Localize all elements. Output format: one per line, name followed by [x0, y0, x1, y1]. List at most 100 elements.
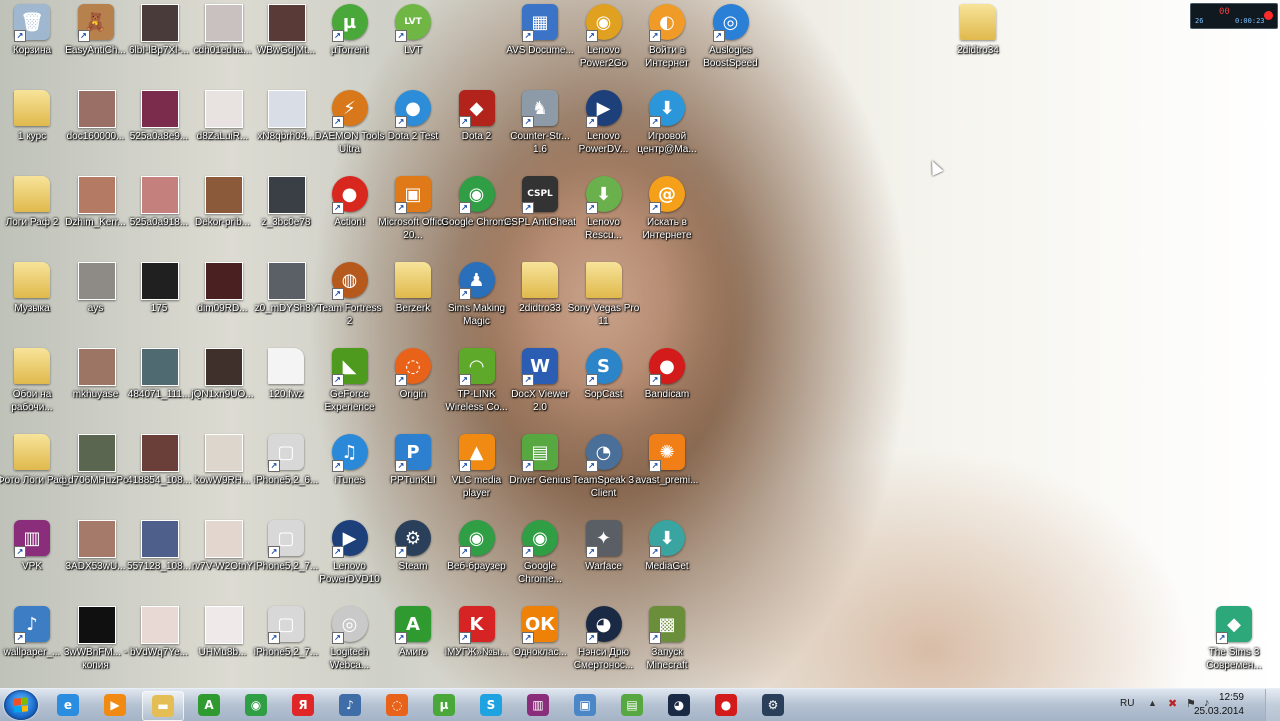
desktop-shortcut[interactable]: LVT ↗ LVT [381, 0, 445, 86]
taskbar-button[interactable]: Я [283, 691, 323, 719]
desktop-shortcut[interactable]: ◔ ↗ TeamSpeak 3 Client [572, 430, 636, 516]
taskbar-button[interactable]: ⚙ [753, 691, 793, 719]
desktop-shortcut[interactable]: 175 [127, 258, 191, 344]
desktop-shortcut[interactable]: Музыка [0, 258, 64, 344]
desktop-shortcut[interactable]: kowW9RH... [191, 430, 255, 516]
desktop-shortcut[interactable]: ♪ ↗ wallpaper_... [0, 602, 64, 688]
desktop-shortcut[interactable]: z0_mDYSh8Y [254, 258, 318, 344]
desktop-shortcut[interactable]: ▩ ↗ Запуск Minecraft [635, 602, 699, 688]
desktop-shortcut[interactable]: ✦ ↗ Warface [572, 516, 636, 602]
desktop-shortcut[interactable]: xN8qbrh04... [254, 86, 318, 172]
tray-expand-icon[interactable]: ▲ [1148, 698, 1157, 708]
desktop-shortcut[interactable]: 120.fwz [254, 344, 318, 430]
desktop-shortcut[interactable]: 525a0a8e9... [127, 86, 191, 172]
desktop-shortcut[interactable]: ays [64, 258, 128, 344]
desktop-shortcut[interactable]: Фото Логи Раф [0, 430, 67, 516]
desktop-shortcut[interactable]: 2didtro34 [946, 0, 1010, 86]
desktop-shortcut[interactable]: 🗑 ↗ Корзина [0, 0, 64, 86]
taskbar-button[interactable]: ◉ [236, 691, 276, 719]
network-icon[interactable]: ✖ [1168, 697, 1177, 710]
desktop-shortcut[interactable]: ◎ ↗ Auslogics BoostSpeed [699, 0, 763, 86]
desktop-shortcut[interactable]: µ ↗ µTorrent [318, 0, 382, 86]
desktop-shortcut[interactable]: ♞ ↗ Counter-Str... 1.6 [508, 86, 572, 172]
desktop-shortcut[interactable]: CSPL ↗ CSPL AntiCheat [504, 172, 576, 258]
language-indicator[interactable]: RU [1120, 698, 1134, 709]
desktop-shortcut[interactable]: 3wWBnFM... - копия [64, 602, 128, 688]
desktop-shortcut[interactable]: ◣ ↗ GeForce Experience [318, 344, 382, 430]
desktop-shortcut[interactable]: ◉ ↗ Lenovo Power2Go [572, 0, 636, 86]
desktop-shortcut[interactable]: ♫ ↗ iTunes [318, 430, 382, 516]
taskbar-button[interactable]: A [189, 691, 229, 719]
desktop-shortcut[interactable]: ⬇ ↗ MediaGet [635, 516, 699, 602]
desktop-shortcut[interactable]: 6lbI-lBp7Xl-... [127, 0, 191, 86]
desktop-shortcut[interactable]: ▲ ↗ VLC media player [445, 430, 509, 516]
desktop-shortcut[interactable]: P ↗ PPTunKLI [381, 430, 445, 516]
desktop-shortcut[interactable]: Логи Раф 2 [0, 172, 64, 258]
desktop-shortcut[interactable]: ▣ ↗ Microsoft Office 20... [378, 172, 448, 258]
desktop-shortcut[interactable]: @ ↗ Искать в Интернете [635, 172, 699, 258]
desktop-shortcut[interactable]: S ↗ SopCast [572, 344, 636, 430]
show-desktop-button[interactable] [1265, 689, 1280, 721]
taskbar-button[interactable]: ▬ [142, 691, 184, 721]
desktop-shortcut[interactable]: ◠ ↗ TP-LINK Wireless Co... [445, 344, 509, 430]
desktop-shortcut[interactable]: Dekor-prib... [191, 172, 255, 258]
desktop-shortcut[interactable]: W ↗ DocX Viewer 2.0 [508, 344, 572, 430]
desktop-shortcut[interactable]: Sony Vegas Pro 11 [568, 258, 639, 344]
desktop-shortcut[interactable]: Berzerk [381, 258, 445, 344]
desktop-shortcut[interactable]: ▢ ↗ iPhone5,2_6... [254, 430, 318, 516]
desktop-shortcut[interactable]: A ↗ Амиго [381, 602, 445, 688]
taskbar-button[interactable]: e [48, 691, 88, 719]
desktop-shortcut[interactable]: mkhuyase [64, 344, 128, 430]
desktop-shortcut[interactable]: 557128_108... [127, 516, 191, 602]
taskbar-button[interactable]: ▣ [565, 691, 605, 719]
desktop-shortcut[interactable]: Обои на рабочи... [0, 344, 64, 430]
desktop-shortcut[interactable]: UHMu8b... [191, 602, 255, 688]
desktop-shortcut[interactable]: dim09RD... [191, 258, 255, 344]
taskbar-button[interactable]: ▤ [612, 691, 652, 719]
desktop-shortcut[interactable]: ⚡ ↗ DAEMON Tools Ultra [315, 86, 384, 172]
desktop-shortcut[interactable]: 3ADX53wU... [64, 516, 128, 602]
desktop-shortcut[interactable]: ◎ ↗ Logitech Webca... [318, 602, 382, 688]
desktop-shortcut[interactable]: 🧸 ↗ EasyAntiCh... [64, 0, 128, 86]
desktop-shortcut[interactable]: ♟ ↗ Sims Making Magic [445, 258, 509, 344]
desktop-shortcut[interactable]: ✺ ↗ avast_premi... [635, 430, 699, 516]
desktop-shortcut[interactable]: ◕ ↗ Нэнси Дрю Смертонос... [572, 602, 636, 688]
desktop-shortcut[interactable]: ◉ ↗ Google Chrome [441, 172, 512, 258]
desktop-shortcut[interactable]: ⬇ ↗ Игровой центр@Ma... [635, 86, 699, 172]
desktop-shortcut[interactable]: ◉ ↗ Google Chrome... [508, 516, 572, 602]
desktop-shortcut[interactable]: K ↗ іМУГЖ»№ы... [445, 602, 509, 688]
desktop-shortcut[interactable]: ◆ ↗ Dota 2 [445, 86, 509, 172]
desktop-shortcut[interactable]: Dzhim_Kerr... [64, 172, 128, 258]
desktop-shortcut[interactable]: bVdWq7Ye... [127, 602, 191, 688]
desktop-shortcut[interactable]: rv7V-W2OtnY [191, 516, 255, 602]
desktop-shortcut[interactable]: jQN1xn9UO... [191, 344, 255, 430]
desktop-shortcut[interactable]: ОК ↗ Одноклас... [508, 602, 572, 688]
desktop-shortcut[interactable]: _d706MHuzPo [62, 430, 129, 516]
desktop-shortcut[interactable]: cdh01edua... [191, 0, 255, 86]
desktop-shortcut[interactable]: ● ↗ Dota 2 Test [381, 86, 445, 172]
desktop-shortcut[interactable]: ▥ ↗ VPK [0, 516, 64, 602]
clock-date[interactable]: 25.03.2014 [1194, 706, 1244, 717]
desktop-shortcut[interactable]: ⬇ ↗ Lenovo Rescu... [572, 172, 636, 258]
taskbar-button[interactable]: ♪ [330, 691, 370, 719]
desktop-shortcut[interactable]: ◐ ↗ Войти в Интернет [635, 0, 699, 86]
desktop-shortcut[interactable]: WBwGdjMt... [254, 0, 318, 86]
desktop-shortcut[interactable]: ◍ ↗ Team Fortress 2 [318, 258, 382, 344]
desktop-shortcut[interactable]: ▦ ↗ AVS Docume... [506, 0, 574, 86]
desktop-shortcut[interactable]: z_3bc0e78 [254, 172, 318, 258]
taskbar-button[interactable]: ● [706, 691, 746, 719]
desktop-shortcut[interactable]: ▶ ↗ Lenovo PowerDV... [572, 86, 636, 172]
desktop-shortcut[interactable]: 418854_108... [127, 430, 191, 516]
desktop-shortcut[interactable]: ▢ ↗ iPhone5,2_7... [254, 516, 318, 602]
desktop-shortcut[interactable]: 1 курс [0, 86, 64, 172]
desktop-shortcut[interactable]: 484071_111... [127, 344, 191, 430]
desktop-shortcut[interactable]: ▢ ↗ iPhone5,2_7... [254, 602, 318, 688]
desktop-shortcut[interactable]: doc160000... [64, 86, 128, 172]
desktop-shortcut[interactable]: ▶ ↗ Lenovo PowerDVD10 [318, 516, 382, 602]
desktop-shortcut[interactable]: ▤ ↗ Driver Genius [508, 430, 572, 516]
clock-time[interactable]: 12:59 [1219, 692, 1244, 703]
taskbar-button[interactable]: ▥ [518, 691, 558, 719]
taskbar-button[interactable]: µ [424, 691, 464, 719]
desktop-shortcut[interactable]: ◌ ↗ Origin [381, 344, 445, 430]
desktop-shortcut[interactable]: ● ↗ Bandicam [635, 344, 699, 430]
